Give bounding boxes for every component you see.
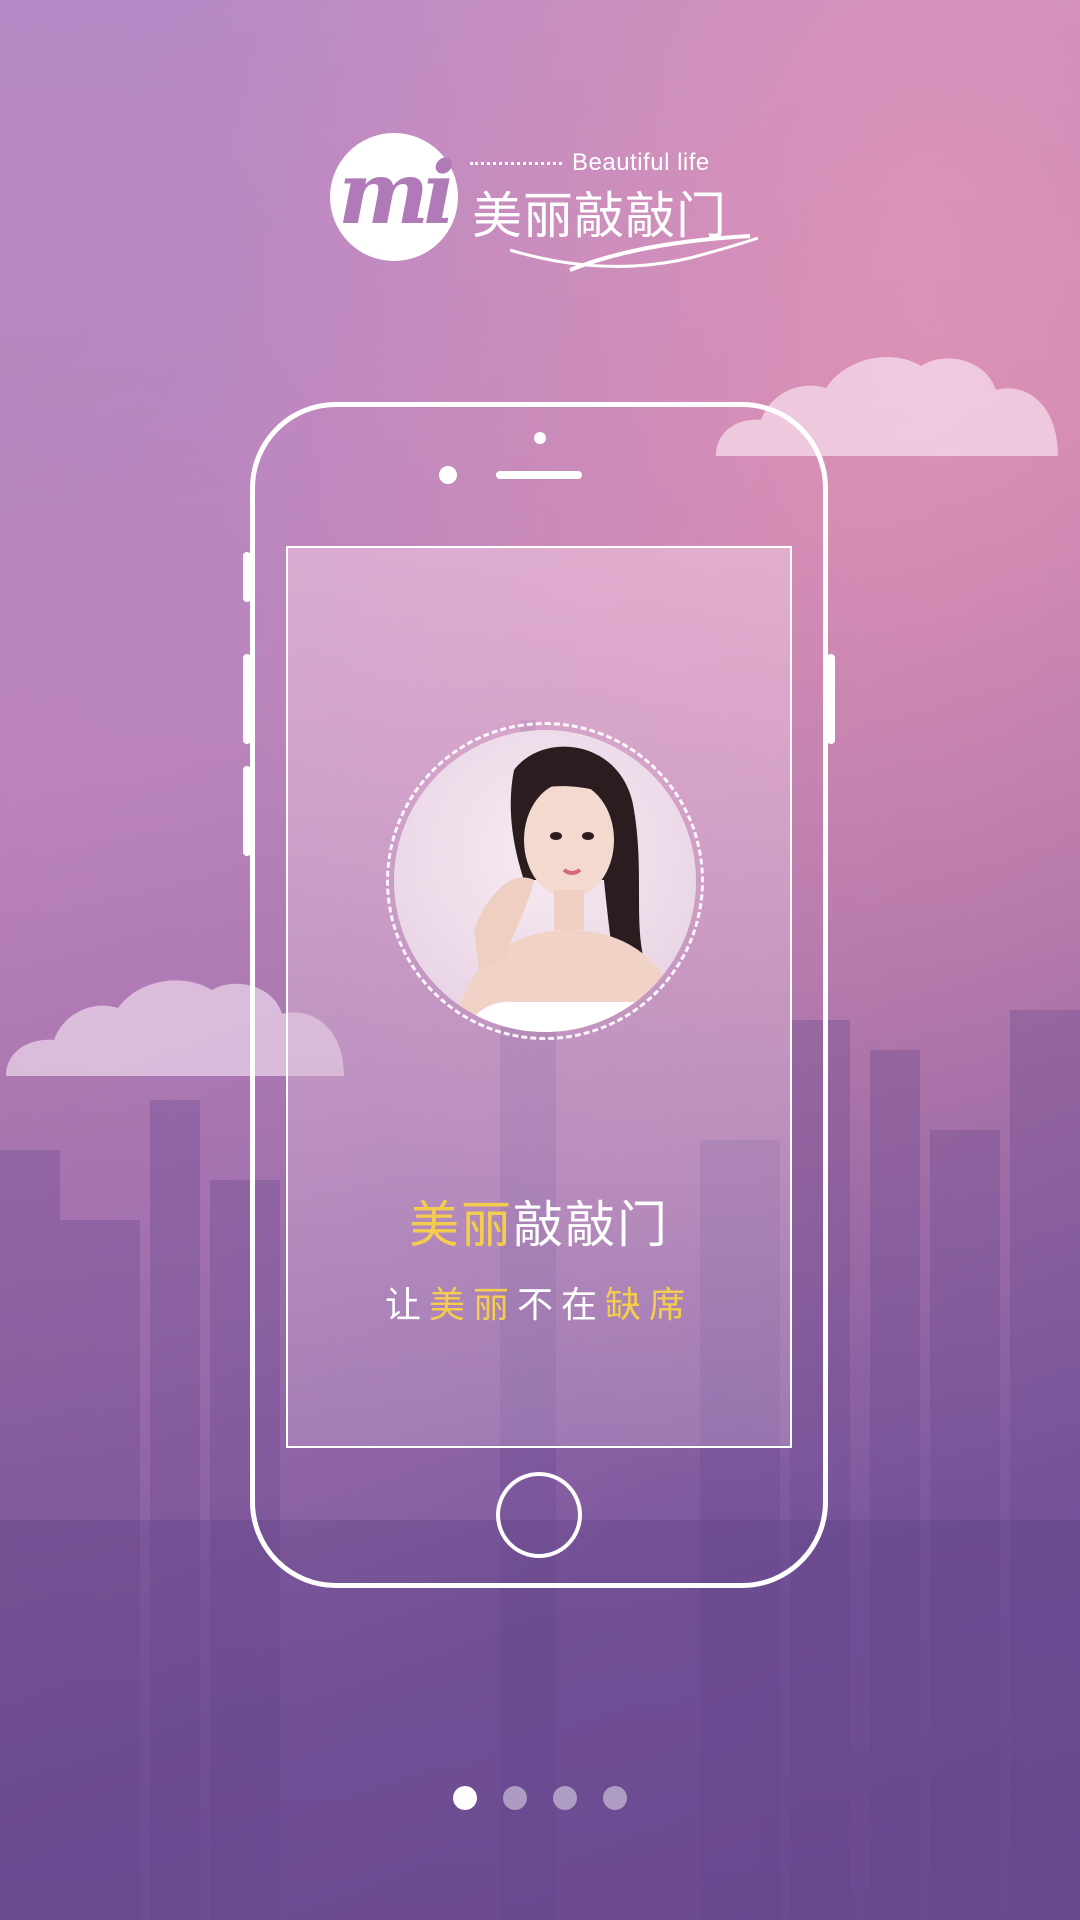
slogan-char-highlight: 美 bbox=[428, 1285, 473, 1326]
slogan-char-highlight: 席 bbox=[649, 1285, 694, 1326]
phone-volume-up bbox=[243, 654, 251, 744]
page-dot-3[interactable] bbox=[553, 1786, 577, 1810]
page-dot-4[interactable] bbox=[603, 1786, 627, 1810]
slogan-char: 在 bbox=[561, 1285, 606, 1326]
page-dot-1[interactable] bbox=[453, 1786, 477, 1810]
slogan-char-highlight: 丽 bbox=[472, 1285, 517, 1326]
app-title: 美丽敲敲门 bbox=[286, 1185, 792, 1257]
tagline-text: Beautiful life bbox=[572, 149, 710, 176]
phone-power-button bbox=[827, 654, 835, 744]
phone-camera-icon bbox=[534, 432, 546, 444]
phone-speaker-icon bbox=[496, 471, 582, 479]
app-slogan: 让美丽不在缺席 bbox=[286, 1276, 792, 1328]
app-title-rest: 敲敲门 bbox=[513, 1196, 669, 1254]
phone-mute-switch bbox=[243, 552, 251, 602]
slogan-char: 让 bbox=[384, 1285, 429, 1326]
page-indicator bbox=[0, 1786, 1080, 1810]
page-dot-2[interactable] bbox=[503, 1786, 527, 1810]
model-portrait bbox=[394, 730, 696, 1032]
phone-volume-down bbox=[243, 766, 251, 856]
slogan-char: 不 bbox=[516, 1285, 561, 1326]
phone-home-button-icon bbox=[496, 1472, 582, 1558]
tagline-divider bbox=[470, 161, 562, 165]
swoosh-icon bbox=[510, 234, 759, 272]
brand-logo: mi bbox=[330, 133, 458, 261]
slogan-char-highlight: 缺 bbox=[605, 1285, 650, 1326]
mi-logo-icon: mi bbox=[338, 143, 456, 244]
brand-tagline: Beautiful life bbox=[470, 148, 740, 178]
portrait-illustration bbox=[454, 746, 684, 1032]
phone-sensor-icon bbox=[439, 466, 457, 484]
app-title-highlight: 美丽 bbox=[409, 1196, 513, 1254]
